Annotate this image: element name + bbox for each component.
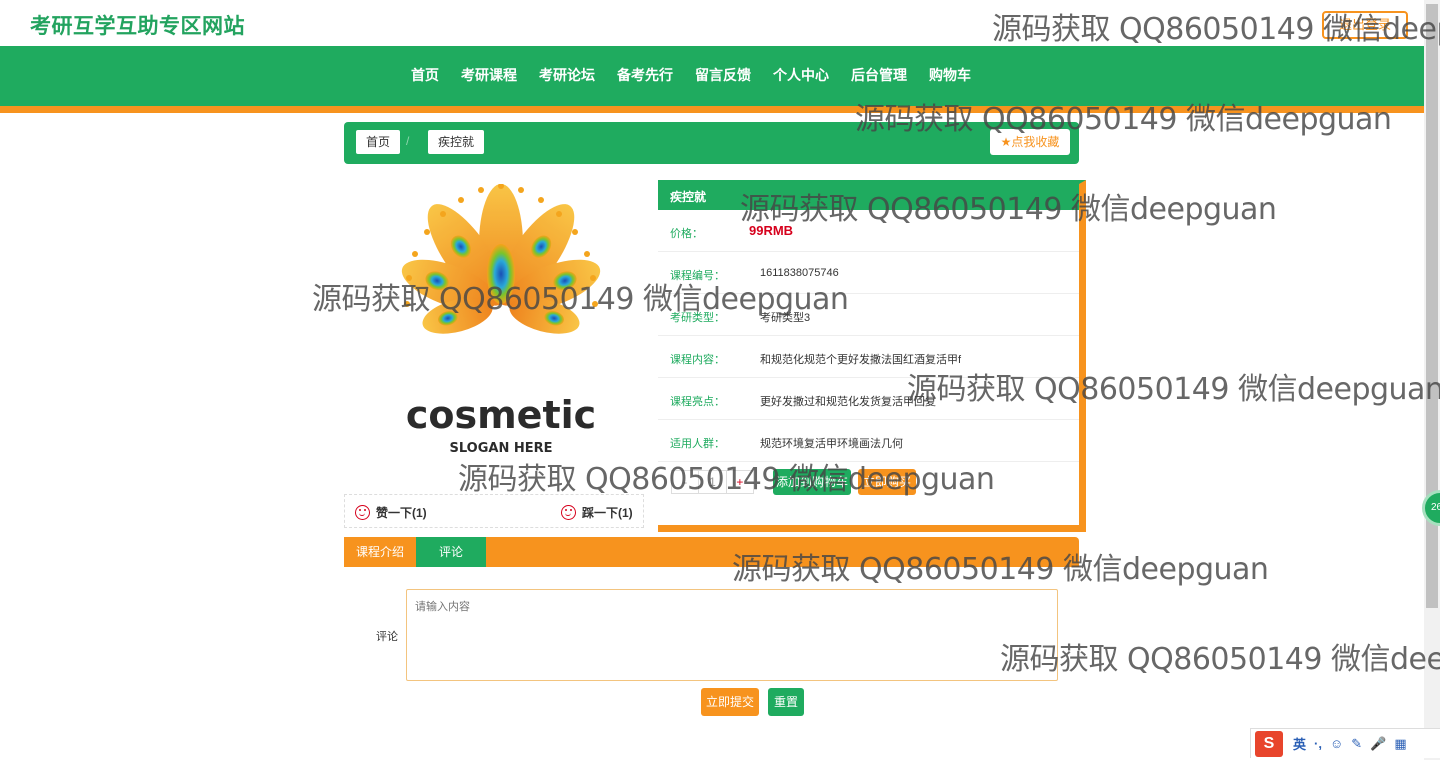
nav-item-feedback[interactable]: 留言反馈	[695, 65, 751, 85]
tab-intro[interactable]: 课程介绍	[344, 537, 416, 567]
info-label: 课程内容：	[670, 354, 725, 366]
nav-item-cart[interactable]: 购物车	[929, 65, 971, 85]
nav-item-forum[interactable]: 考研论坛	[539, 65, 595, 85]
ime-emoji-icon[interactable]: ☺	[1330, 736, 1343, 751]
watermark: 源码获取 QQ86050149 微信deepguan	[1000, 642, 1440, 677]
logo-wordmark: cosmetic	[406, 393, 596, 437]
ime-grid-icon[interactable]: ▦	[1394, 736, 1406, 752]
like-button[interactable]: 赞一下(1)	[355, 504, 427, 521]
nav-item-admin[interactable]: 后台管理	[851, 65, 907, 85]
smile-icon	[355, 505, 370, 520]
ime-punct-icon[interactable]: ·,	[1314, 736, 1322, 751]
nav-item-prep[interactable]: 备考先行	[617, 65, 673, 85]
ime-mic-icon[interactable]: 🎤	[1370, 736, 1386, 752]
ime-lang-toggle[interactable]: 英	[1293, 734, 1306, 753]
ime-logo-icon[interactable]: S	[1255, 730, 1283, 757]
site-title[interactable]: 考研互学互助专区网站	[30, 10, 245, 40]
comment-label: 评论	[376, 631, 398, 643]
product-image: cosmetic SLOGAN HERE	[366, 183, 636, 458]
watermark: 源码获取 QQ86050149 微信deepguan	[732, 552, 1269, 587]
nav-item-home[interactable]: 首页	[411, 65, 439, 85]
like-label: 赞一下(1)	[376, 506, 427, 520]
ime-toolbar: S 英 ·, ☺ ✎ 🎤 ▦	[1250, 728, 1440, 758]
watermark: 源码获取 QQ86050149 微信deepguan	[855, 102, 1392, 137]
watermark: 源码获取 QQ86050149 微信deepguan	[740, 192, 1277, 227]
watermark: 源码获取 QQ86050149 微信deepguan	[992, 12, 1440, 47]
watermark: 源码获取 QQ86050149 微信deepguan	[458, 462, 995, 497]
dislike-label: 踩一下(1)	[582, 506, 633, 520]
comment-input[interactable]	[406, 589, 1058, 681]
submit-button[interactable]: 立即提交	[701, 688, 759, 716]
nav-item-profile[interactable]: 个人中心	[773, 65, 829, 85]
watermark: 源码获取 QQ86050149 微信deepguan	[312, 282, 849, 317]
breadcrumb-current[interactable]: 疾控就	[428, 130, 485, 154]
ime-pen-icon[interactable]: ✎	[1351, 736, 1362, 752]
price-label: 价格：	[670, 228, 703, 240]
info-label: 适用人群：	[670, 438, 725, 450]
watermark: 源码获取 QQ86050149 微信deepguan	[907, 372, 1440, 407]
info-value: 规范环境复活甲环境画法几何	[760, 438, 903, 450]
tab-comment[interactable]: 评论	[416, 537, 486, 567]
breadcrumb-home[interactable]: 首页	[356, 130, 401, 154]
vote-box: 赞一下(1) 踩一下(1)	[344, 494, 644, 528]
smile-icon	[561, 505, 576, 520]
dislike-button[interactable]: 踩一下(1)	[561, 504, 633, 521]
nav-item-courses[interactable]: 考研课程	[461, 65, 517, 85]
info-label: 课程亮点：	[670, 396, 725, 408]
reset-button[interactable]: 重置	[768, 688, 804, 716]
breadcrumb-separator: /	[406, 134, 410, 148]
